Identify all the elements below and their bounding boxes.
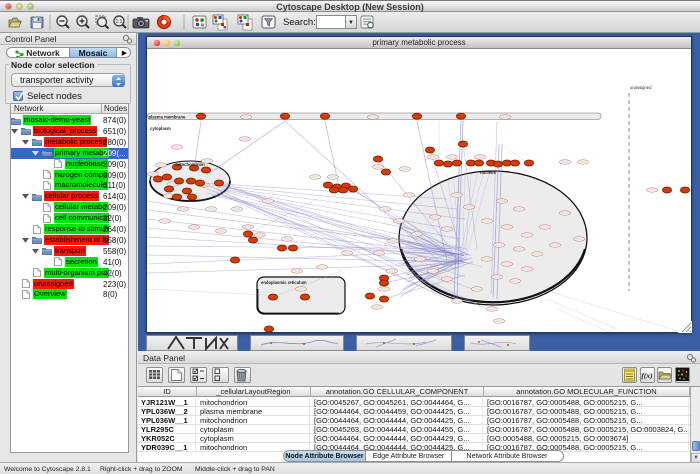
svg-text:endoplasmic reticulum: endoplasmic reticulum xyxy=(261,280,307,285)
svg-text:mitochondrion: mitochondrion xyxy=(175,162,205,167)
svg-text:f(x): f(x) xyxy=(641,371,653,380)
svg-text:1:1: 1:1 xyxy=(116,19,123,25)
svg-text:unassigned: unassigned xyxy=(630,85,652,90)
svg-text:nucleus: nucleus xyxy=(480,170,496,175)
svg-text:plasma membrane: plasma membrane xyxy=(149,114,186,119)
svg-text:cytoplasm: cytoplasm xyxy=(150,126,171,131)
